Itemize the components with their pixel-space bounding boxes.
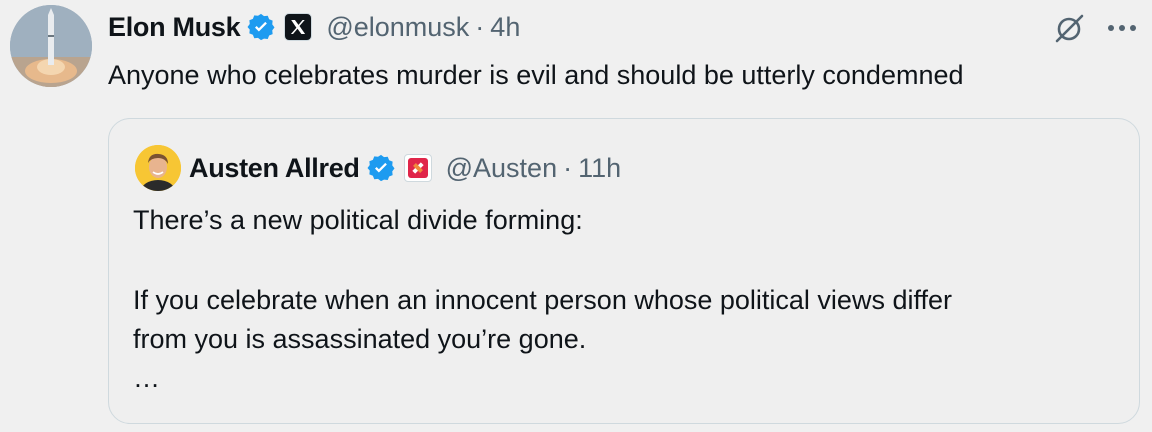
grok-icon[interactable] <box>1052 12 1086 46</box>
quoted-tweet[interactable]: Austen Allred @Austen · 11h There’s a ne… <box>108 118 1140 424</box>
quoted-tweet-timestamp[interactable]: 11h <box>578 153 621 184</box>
more-dots-icon[interactable] <box>1104 14 1140 42</box>
tweet: Elon Musk @elonmusk · 4h Anyone who cele… <box>0 0 1152 432</box>
person-avatar-icon <box>135 145 181 191</box>
quoted-tweet-text: There’s a new political divide forming: … <box>133 201 1123 398</box>
tweet-text: Anyone who celebrates murder is evil and… <box>108 60 964 90</box>
rocket-launch-icon <box>10 5 92 87</box>
quoted-text-line: There’s a new political divide forming: <box>133 205 583 235</box>
verified-badge-icon[interactable] <box>366 153 396 183</box>
author-handle[interactable]: @elonmusk <box>326 12 469 43</box>
tweet-header: Elon Musk @elonmusk · 4h <box>108 8 520 46</box>
separator-dot: · <box>475 11 485 42</box>
x-logo-icon[interactable] <box>284 13 313 41</box>
quoted-author-handle[interactable]: @Austen <box>446 153 557 184</box>
quoted-author-avatar[interactable] <box>135 145 181 191</box>
quoted-author-name[interactable]: Austen Allred <box>189 153 360 184</box>
quoted-tweet-header: Austen Allred @Austen · 11h <box>189 150 621 186</box>
quoted-text-ellipsis: … <box>133 363 160 393</box>
author-name[interactable]: Elon Musk <box>108 12 241 43</box>
verified-badge-icon[interactable] <box>246 12 276 42</box>
quoted-text-line: from you is assassinated you’re gone. <box>133 324 587 354</box>
separator-dot: · <box>563 152 573 183</box>
tweet-timestamp[interactable]: 4h <box>490 12 520 43</box>
author-avatar[interactable] <box>10 5 92 87</box>
gauntlet-logo-icon[interactable] <box>403 154 432 182</box>
quoted-text-line: If you celebrate when an innocent person… <box>133 285 952 315</box>
